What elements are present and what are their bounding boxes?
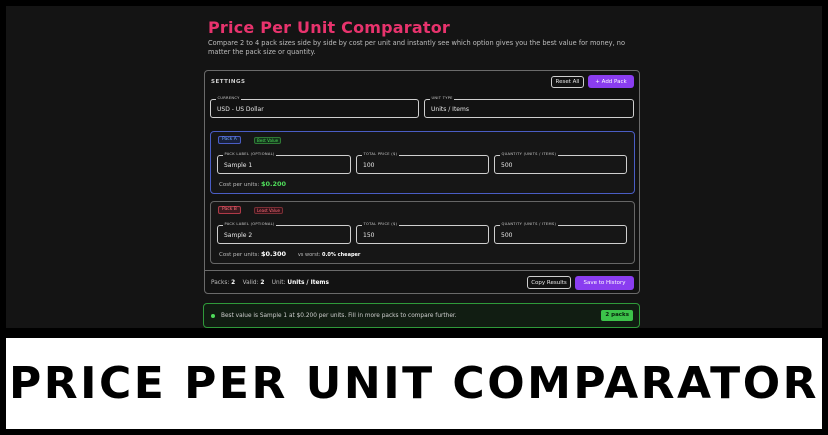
quantity-legend: QUANTITY (UNITS / ITEMS) [500, 222, 558, 227]
pack-b-label-input[interactable]: PACK LABEL (OPTIONAL) Sample 2 [217, 222, 351, 244]
summary-stats: Packs: 2 Valid: 2 Unit: Units / Items [211, 280, 329, 286]
settings-panel: SETTINGS Reset All + Add Pack CURRENCY U… [204, 70, 640, 294]
price-value: 150 [363, 231, 375, 239]
footer-divider [205, 270, 639, 271]
unit-type-legend: UNIT TYPE [430, 96, 455, 101]
pack-b-price-input[interactable]: TOTAL PRICE ($) 150 [356, 222, 489, 244]
pack-b-cost-per-unit: Cost per units: $0.300 vs worst: 0.0% ch… [219, 250, 360, 258]
copy-results-button[interactable]: Copy Results [527, 276, 571, 289]
unit-value: Units / Items [287, 280, 329, 286]
pack-card-b: Pack B Least Value PACK LABEL (OPTIONAL)… [210, 201, 635, 264]
add-pack-button[interactable]: + Add Pack [588, 75, 634, 88]
packs-count-value: 2 [231, 280, 236, 286]
pack-label-value: Sample 1 [224, 161, 253, 169]
pack-label-value: Sample 2 [224, 231, 253, 239]
valid-count-value: 2 [260, 280, 265, 286]
pack-a-price-input[interactable]: TOTAL PRICE ($) 100 [356, 152, 489, 174]
best-value-tag: Best Value [254, 137, 282, 144]
app-frame: Price Per Unit Comparator Compare 2 to 4… [6, 6, 822, 328]
vs-worst-value: 0.0% cheaper [322, 252, 361, 258]
pack-card-a: Pack A Best Value PACK LABEL (OPTIONAL) … [210, 131, 635, 194]
unit-label: Unit: [271, 280, 286, 286]
price-legend: TOTAL PRICE ($) [362, 152, 399, 157]
packs-badge: 2 packs [601, 310, 633, 321]
unit-type-select[interactable]: UNIT TYPE Units / Items [424, 96, 634, 118]
status-message: Best value is Sample 1 at $0.200 per uni… [221, 312, 457, 319]
price-legend: TOTAL PRICE ($) [362, 222, 399, 227]
reset-all-button[interactable]: Reset All [551, 76, 584, 88]
pack-label-legend: PACK LABEL (OPTIONAL) [223, 152, 277, 157]
cost-per-unit-value: $0.300 [261, 250, 287, 258]
settings-heading: SETTINGS [211, 79, 246, 85]
status-dot-icon [211, 314, 215, 318]
save-to-history-button[interactable]: Save to History [575, 276, 634, 290]
pack-b-quantity-input[interactable]: QUANTITY (UNITS / ITEMS) 500 [494, 222, 627, 244]
pack-a-quantity-input[interactable]: QUANTITY (UNITS / ITEMS) 500 [494, 152, 627, 174]
vs-worst-label: vs worst: [297, 252, 321, 258]
currency-legend: CURRENCY [216, 96, 242, 101]
result-status-bar: Best value is Sample 1 at $0.200 per uni… [203, 303, 640, 328]
quantity-legend: QUANTITY (UNITS / ITEMS) [500, 152, 558, 157]
currency-value: USD - US Dollar [217, 105, 264, 113]
valid-count-label: Valid: [242, 280, 259, 286]
unit-type-value: Units / Items [431, 105, 469, 113]
page-title: Price Per Unit Comparator [208, 18, 451, 37]
cost-per-unit-label: Cost per units: [219, 252, 260, 258]
cost-per-unit-value: $0.200 [261, 180, 287, 188]
pack-a-cost-per-unit: Cost per units: $0.200 [219, 180, 286, 188]
quantity-value: 500 [501, 161, 513, 169]
pack-a-badge: Pack A [218, 136, 241, 144]
quantity-value: 500 [501, 231, 513, 239]
title-banner: PRICE PER UNIT COMPARATOR [6, 338, 822, 429]
vs-worst: vs worst: 0.0% cheaper [298, 252, 361, 258]
pack-label-legend: PACK LABEL (OPTIONAL) [223, 222, 277, 227]
banner-title: PRICE PER UNIT COMPARATOR [9, 358, 819, 409]
least-value-tag: Least Value [254, 207, 283, 214]
pack-b-badge: Pack B [218, 206, 241, 214]
page-description: Compare 2 to 4 pack sizes side by side b… [208, 39, 625, 56]
currency-select[interactable]: CURRENCY USD - US Dollar [210, 96, 419, 118]
price-value: 100 [363, 161, 375, 169]
packs-count-label: Packs: [211, 280, 230, 286]
pack-a-label-input[interactable]: PACK LABEL (OPTIONAL) Sample 1 [217, 152, 351, 174]
cost-per-unit-label: Cost per units: [219, 182, 260, 188]
